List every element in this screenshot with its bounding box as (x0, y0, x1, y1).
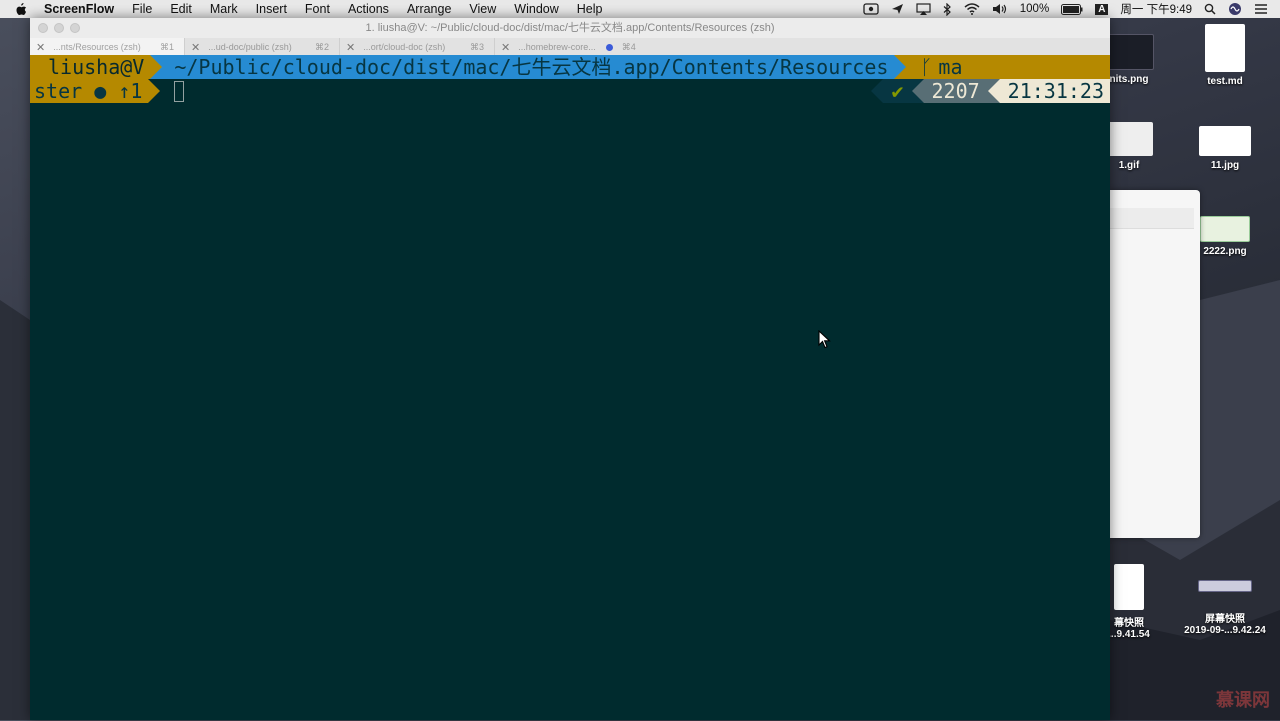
segment-separator (911, 79, 924, 103)
prompt-line-2: ster ● ↑1 ✔ 2207 21:31:23 (30, 79, 1110, 103)
close-window-button[interactable] (38, 23, 48, 33)
close-tab-icon[interactable]: ✕ (36, 41, 45, 54)
file-sublabel: 2019-09-...9.42.24 (1184, 625, 1266, 636)
background-window[interactable] (1110, 190, 1200, 538)
terminal-window[interactable]: 1. liusha@V: ~/Public/cloud-doc/dist/mac… (30, 18, 1110, 720)
send-icon[interactable] (891, 3, 904, 15)
segment-separator (871, 79, 884, 103)
app-menu-screenflow[interactable]: ScreenFlow (44, 2, 114, 16)
file-thumbnail (1104, 34, 1154, 70)
desktop-file-screenshot-2[interactable]: 屏幕快照 2019-09-...9.42.24 (1170, 580, 1280, 636)
menu-file[interactable]: File (132, 2, 152, 16)
bluetooth-icon[interactable] (943, 2, 952, 16)
prompt-path-segment: ~/Public/cloud-doc/dist/mac/七牛云文档.app/Co… (162, 55, 895, 79)
close-tab-icon[interactable]: ✕ (191, 41, 200, 54)
tab-2[interactable]: ✕ ...ud-doc/public (zsh) ⌘2 (185, 38, 340, 56)
menu-font[interactable]: Font (305, 2, 330, 16)
tab-label: ...ud-doc/public (zsh) (208, 42, 292, 52)
wifi-icon[interactable] (964, 3, 980, 15)
status-ok-icon: ✔ (883, 79, 912, 103)
file-thumbnail (1199, 126, 1251, 156)
prompt-git-status: ster ● ↑1 (30, 79, 149, 103)
input-source-indicator[interactable]: A (1095, 3, 1109, 15)
window-titlebar[interactable]: 1. liusha@V: ~/Public/cloud-doc/dist/mac… (30, 18, 1110, 38)
desktop-file-2222-png[interactable]: 2222.png (1190, 216, 1260, 257)
mouse-pointer-icon (818, 330, 831, 349)
terminal-content[interactable]: liusha@V ~/Public/cloud-doc/dist/mac/七牛云… (30, 55, 1110, 721)
tab-1[interactable]: ✕ ...nts/Resources (zsh) ⌘1 (30, 38, 185, 56)
menu-arrange[interactable]: Arrange (407, 2, 451, 16)
file-label: 1.gif (1118, 160, 1140, 171)
menubar-status-area: 100% A 周一 下午9:49 (863, 0, 1268, 18)
file-label: 11.jpg (1210, 160, 1240, 171)
battery-icon[interactable] (1061, 3, 1083, 15)
zoom-window-button[interactable] (70, 23, 80, 33)
tab-4[interactable]: ✕ ...homebrew-core... ⌘4 (495, 38, 650, 56)
file-label: nits.png (1109, 74, 1149, 85)
desktop-file-test-md[interactable]: test.md (1190, 24, 1260, 87)
tab-label: ...ort/cloud-doc (zsh) (363, 42, 446, 52)
file-label: 2222.png (1203, 246, 1247, 257)
file-thumbnail (1200, 216, 1250, 242)
tab-label: ...nts/Resources (zsh) (53, 42, 141, 52)
close-tab-icon[interactable]: ✕ (501, 41, 510, 54)
file-thumbnail (1114, 564, 1144, 610)
history-number: 2207 (923, 79, 988, 103)
tab-shortcut: ⌘3 (469, 41, 484, 52)
segment-separator (148, 79, 161, 103)
segment-separator (987, 79, 1000, 103)
menu-help[interactable]: Help (577, 2, 603, 16)
prompt-git-segment: ma (932, 55, 1110, 79)
git-branch-icon: ᚴ (906, 55, 933, 79)
menu-bar: ScreenFlow File Edit Mark Insert Font Ac… (0, 0, 1280, 18)
watermark-logo: 慕课网 (1216, 690, 1270, 710)
file-label: 屏幕快照 (1205, 614, 1245, 625)
prompt-time: 21:31:23 (999, 79, 1110, 103)
terminal-cursor (174, 80, 185, 102)
menu-mark[interactable]: Mark (210, 2, 238, 16)
apple-menu-icon[interactable] (14, 2, 28, 16)
file-thumbnail (1198, 580, 1252, 592)
menu-actions[interactable]: Actions (348, 2, 389, 16)
background-window-toolbar (1110, 208, 1194, 229)
prompt-user-segment: liusha@V (30, 55, 151, 79)
menu-window[interactable]: Window (514, 2, 558, 16)
tab-shortcut: ⌘4 (621, 41, 636, 52)
screen-record-icon[interactable] (863, 3, 879, 15)
tab-shortcut: ⌘2 (314, 41, 329, 52)
spotlight-search-icon[interactable] (1204, 3, 1216, 15)
close-tab-icon[interactable]: ✕ (346, 41, 355, 54)
menubar-clock[interactable]: 周一 下午9:49 (1120, 1, 1192, 17)
segment-separator (894, 55, 907, 79)
tab-3[interactable]: ✕ ...ort/cloud-doc (zsh) ⌘3 (340, 38, 495, 56)
segment-separator (150, 55, 163, 79)
tab-label: ...homebrew-core... (518, 42, 596, 52)
volume-icon[interactable] (992, 3, 1008, 15)
document-icon (1205, 24, 1245, 72)
notification-center-icon[interactable] (1254, 3, 1268, 15)
file-label: test.md (1207, 76, 1243, 87)
menu-edit[interactable]: Edit (170, 2, 192, 16)
siri-icon[interactable] (1228, 2, 1242, 16)
battery-percent: 100% (1019, 3, 1050, 15)
desktop-file-11-jpg[interactable]: 11.jpg (1190, 124, 1260, 171)
activity-indicator-icon (605, 43, 613, 51)
window-title: 1. liusha@V: ~/Public/cloud-doc/dist/mac… (365, 22, 775, 34)
menu-view[interactable]: View (469, 2, 496, 16)
prompt-line-1: liusha@V ~/Public/cloud-doc/dist/mac/七牛云… (30, 55, 1110, 79)
airplay-icon[interactable] (916, 3, 931, 15)
tab-shortcut: ⌘1 (159, 41, 174, 52)
file-thumbnail (1105, 122, 1153, 156)
menu-insert[interactable]: Insert (256, 2, 287, 16)
minimize-window-button[interactable] (54, 23, 64, 33)
